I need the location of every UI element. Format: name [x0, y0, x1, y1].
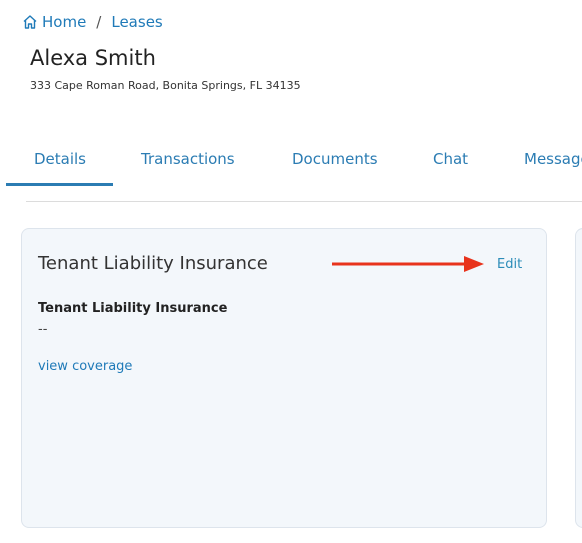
tab-chat[interactable]: Chat: [433, 150, 468, 168]
insurance-card-title: Tenant Liability Insurance: [38, 253, 268, 274]
tab-details[interactable]: Details: [34, 150, 86, 168]
tenant-name: Alexa Smith: [30, 46, 156, 70]
insurance-field-value: --: [38, 322, 48, 337]
breadcrumb: Home / Leases: [22, 13, 163, 31]
home-icon[interactable]: [22, 14, 38, 30]
insurance-field-label: Tenant Liability Insurance: [38, 301, 228, 316]
tenant-address: 333 Cape Roman Road, Bonita Springs, FL …: [30, 79, 301, 92]
lease-details-page: Home / Leases Alexa Smith 333 Cape Roman…: [0, 0, 582, 543]
breadcrumb-leases-link[interactable]: Leases: [111, 13, 162, 31]
view-coverage-link[interactable]: view coverage: [38, 359, 132, 374]
tab-transactions[interactable]: Transactions: [141, 150, 235, 168]
arrow-right-icon: [332, 256, 484, 272]
breadcrumb-home-link[interactable]: Home: [42, 13, 86, 31]
active-tab-indicator: [6, 183, 113, 186]
tab-documents[interactable]: Documents: [292, 150, 378, 168]
edit-button[interactable]: Edit: [497, 257, 522, 272]
tab-messages[interactable]: Messages: [524, 150, 582, 168]
tab-bar: Details Transactions Documents Chat Mess…: [6, 140, 582, 186]
breadcrumb-separator: /: [96, 13, 102, 31]
secondary-card: [575, 228, 582, 528]
